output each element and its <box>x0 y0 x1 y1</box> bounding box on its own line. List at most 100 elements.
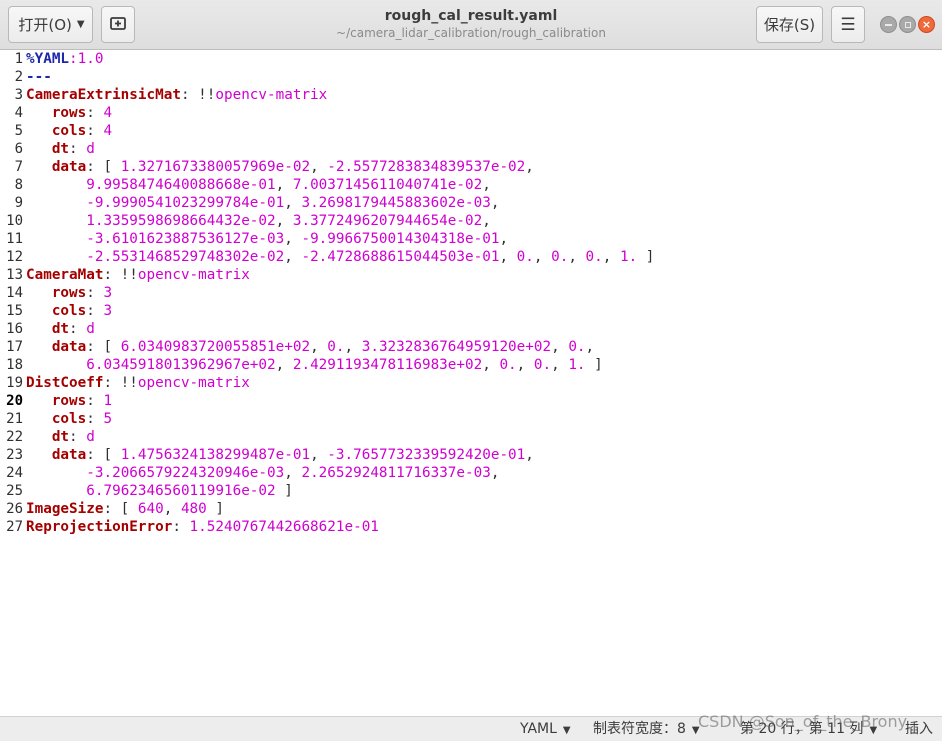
line-number: 16 <box>6 321 23 337</box>
code-token: 0. <box>551 249 569 265</box>
code-token: 0. <box>585 249 603 265</box>
new-tab-button[interactable] <box>101 6 135 43</box>
code-token: ] <box>275 483 293 499</box>
code-token: 0. <box>516 249 534 265</box>
code-token: , <box>499 249 517 265</box>
code-token: , <box>344 339 362 355</box>
code-token: : !! <box>103 267 138 283</box>
code-line: data: [ 1.3271673380057969e-02, -2.55772… <box>26 158 654 176</box>
code-line: 9.9958474640088668e-01, 7.00371456110407… <box>26 176 654 194</box>
save-button[interactable]: 保存(S) <box>756 6 823 43</box>
code-token: 1. <box>619 249 638 265</box>
code-token: --- <box>26 69 52 85</box>
code-token: , <box>490 465 500 481</box>
code-token: d <box>86 429 95 445</box>
code-token: , <box>490 195 500 211</box>
language-label: YAML <box>520 721 557 737</box>
code-token: 1. <box>568 357 586 373</box>
language-selector[interactable]: YAML ▼ <box>520 720 571 740</box>
code-token: -2.4728688615044503e-01 <box>301 249 500 265</box>
hamburger-menu-icon: ☰ <box>840 14 856 35</box>
minimize-button[interactable] <box>880 16 897 33</box>
code-token: 4 <box>103 123 113 139</box>
code-token: , <box>482 177 491 193</box>
code-token: , <box>551 339 569 355</box>
code-token: , <box>516 357 534 373</box>
code-token: , <box>482 357 500 373</box>
code-line: -2.5531468529748302e-02, -2.472868861504… <box>26 248 654 266</box>
code-token: -3.7657732339592420e-01 <box>327 447 526 463</box>
line-number: 3 <box>14 87 23 103</box>
close-button[interactable]: × <box>918 16 935 33</box>
code-token: : <box>86 123 104 139</box>
code-token: 480 <box>180 501 207 517</box>
watermark: CSDN @Son_of_the_Brony <box>698 712 908 731</box>
code-line: -9.9990541023299784e-01, 3.2698179445883… <box>26 194 654 212</box>
line-number: 10 <box>6 213 23 229</box>
code-token: , <box>585 339 595 355</box>
code-token: 6.0345918013962967e+02 <box>86 357 276 373</box>
open-button[interactable]: 打开(O) ▼ <box>8 6 93 43</box>
menu-button[interactable]: ☰ <box>831 6 865 43</box>
code-line: rows: 4 <box>26 104 654 122</box>
code-token: : [ <box>86 339 121 355</box>
code-token: , <box>551 357 569 373</box>
code-token: : <box>69 321 87 337</box>
code-token: ] <box>585 357 603 373</box>
code-token: cols <box>51 411 87 427</box>
code-token: ] <box>637 249 655 265</box>
line-number: 25 <box>6 483 23 499</box>
text-editor[interactable]: 1 2 3 4 5 6 7 8 9 10 11 12 13 14 15 16 17 18 19 20 21 22 23 24 2… <box>0 50 942 716</box>
code-token: 6.7962346560119916e-02 <box>86 483 276 499</box>
code-token: CameraMat <box>26 267 104 283</box>
chevron-down-icon: ▼ <box>562 725 571 736</box>
code-token: 2.2652924811716337e-03 <box>301 465 491 481</box>
close-icon: × <box>921 18 932 31</box>
line-number: 19 <box>6 375 23 391</box>
code-token: opencv-matrix <box>137 375 250 391</box>
line-number: 24 <box>6 465 23 481</box>
code-line: ReprojectionError: 1.5240767442668621e-0… <box>26 518 654 536</box>
line-number: 4 <box>14 105 23 121</box>
tab-width-selector[interactable]: 制表符宽度：8 ▼ <box>593 720 700 740</box>
code-line: --- <box>26 68 654 86</box>
window-subtitle: ~/camera_lidar_calibration/rough_calibra… <box>336 26 606 40</box>
code-token: 1.3359598698664432e-02 <box>86 213 276 229</box>
code-token: : <box>86 411 104 427</box>
code-token: : <box>86 285 104 301</box>
line-number: 1 <box>14 51 23 67</box>
code-token: 1 <box>103 393 113 409</box>
code-token: -3.2066579224320946e-03 <box>86 465 285 481</box>
code-token: -3.6101623887536127e-03 <box>86 231 285 247</box>
code-line: CameraExtrinsicMat: !!opencv-matrix <box>26 86 654 104</box>
code-token: , <box>525 159 534 175</box>
chevron-down-icon: ▼ <box>76 19 85 30</box>
code-token: , <box>284 249 302 265</box>
code-token: 1.3271673380057969e-02 <box>120 159 311 175</box>
line-number: 8 <box>14 177 23 193</box>
code-token: opencv-matrix <box>137 267 250 283</box>
code-token: -9.9990541023299784e-01 <box>86 195 285 211</box>
line-number: 9 <box>14 195 23 211</box>
code-token: rows <box>51 105 87 121</box>
code-token: , <box>284 465 302 481</box>
line-number: 21 <box>6 411 23 427</box>
code-view[interactable]: %YAML:1.0 --- CameraExtrinsicMat: !!opencv… <box>26 50 654 536</box>
code-token: 7.0037145611040741e-02 <box>292 177 483 193</box>
maximize-button[interactable] <box>899 16 916 33</box>
code-token: : <box>86 303 104 319</box>
code-token: 0. <box>533 357 552 373</box>
code-token: : <box>69 141 87 157</box>
code-token: %YAML <box>26 51 70 67</box>
